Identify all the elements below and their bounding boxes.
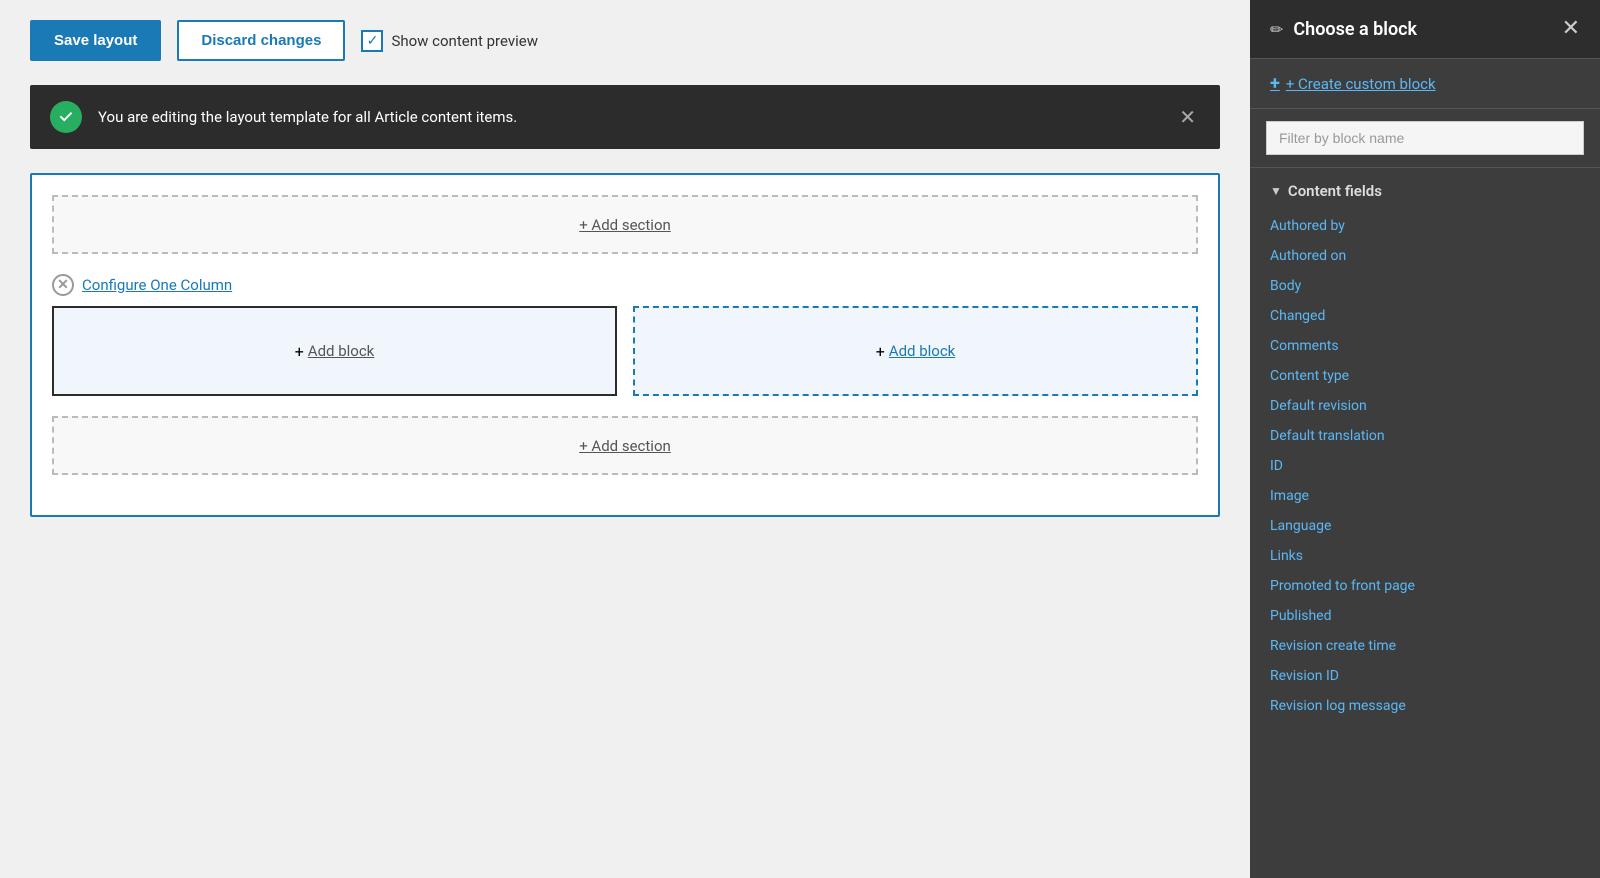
content-fields-section: ▼ Content fields Authored byAuthored onB…: [1250, 168, 1600, 728]
field-item[interactable]: Image: [1270, 482, 1580, 510]
field-item[interactable]: Default translation: [1270, 422, 1580, 450]
configure-one-column-link[interactable]: Configure One Column: [82, 276, 232, 294]
field-item[interactable]: Language: [1270, 512, 1580, 540]
add-section-bottom[interactable]: + Add section: [52, 416, 1198, 475]
create-custom-label: + Create custom block: [1286, 75, 1436, 93]
columns-row: + Add block + Add block: [52, 306, 1198, 396]
field-item[interactable]: Revision create time: [1270, 632, 1580, 660]
add-section-bottom-link[interactable]: + Add section: [579, 437, 671, 455]
field-item[interactable]: Authored on: [1270, 242, 1580, 270]
success-icon: [50, 101, 82, 133]
discard-changes-button[interactable]: Discard changes: [177, 20, 345, 61]
notification-close-button[interactable]: ✕: [1175, 103, 1200, 131]
toolbar: Save layout Discard changes ✓ Show conte…: [30, 20, 1220, 61]
field-item[interactable]: Authored by: [1270, 212, 1580, 240]
right-column-block[interactable]: + Add block: [633, 306, 1198, 396]
create-custom-section: + + Create custom block: [1250, 59, 1600, 109]
content-fields-title: Content fields: [1288, 182, 1382, 200]
show-preview-label: Show content preview: [391, 32, 538, 50]
field-item[interactable]: Body: [1270, 272, 1580, 300]
add-block-right-plus: +: [876, 342, 885, 361]
main-area: Save layout Discard changes ✓ Show conte…: [0, 0, 1250, 878]
create-custom-plus-icon: +: [1270, 73, 1280, 94]
checkbox-icon: ✓: [361, 30, 383, 52]
field-item[interactable]: Promoted to front page: [1270, 572, 1580, 600]
fields-list: Authored byAuthored onBodyChangedComment…: [1270, 212, 1580, 720]
field-item[interactable]: Revision log message: [1270, 692, 1580, 720]
filter-section: [1250, 109, 1600, 168]
field-item[interactable]: Revision ID: [1270, 662, 1580, 690]
add-block-right-link[interactable]: Add block: [889, 342, 956, 360]
add-block-left-plus: +: [295, 342, 304, 361]
add-section-top[interactable]: + Add section: [52, 195, 1198, 254]
add-block-left-link[interactable]: Add block: [308, 342, 375, 360]
notification-message: You are editing the layout template for …: [98, 108, 1175, 126]
sidebar-close-button[interactable]: ✕: [1562, 18, 1580, 40]
column-header: ✕ Configure One Column: [52, 274, 1198, 296]
field-item[interactable]: Changed: [1270, 302, 1580, 330]
field-item[interactable]: Content type: [1270, 362, 1580, 390]
sidebar-content: ▼ Content fields Authored byAuthored onB…: [1250, 168, 1600, 878]
sidebar-title: Choose a block: [1293, 19, 1417, 40]
field-item[interactable]: Links: [1270, 542, 1580, 570]
remove-section-button[interactable]: ✕: [52, 274, 74, 296]
pencil-icon: ✏: [1270, 20, 1283, 39]
column-section: ✕ Configure One Column + Add block + Add…: [52, 274, 1198, 396]
field-item[interactable]: Comments: [1270, 332, 1580, 360]
sidebar-header: ✏ Choose a block ✕: [1250, 0, 1600, 59]
filter-input[interactable]: [1266, 121, 1584, 155]
notification-banner: You are editing the layout template for …: [30, 85, 1220, 149]
left-column-block[interactable]: + Add block: [52, 306, 617, 396]
field-item[interactable]: ID: [1270, 452, 1580, 480]
show-preview-toggle[interactable]: ✓ Show content preview: [361, 30, 538, 52]
content-fields-header[interactable]: ▼ Content fields: [1270, 182, 1580, 200]
sidebar: ✏ Choose a block ✕ + + Create custom blo…: [1250, 0, 1600, 878]
field-item[interactable]: Published: [1270, 602, 1580, 630]
layout-editor: + Add section ✕ Configure One Column + A…: [30, 173, 1220, 517]
create-custom-block-link[interactable]: + + Create custom block: [1270, 73, 1580, 94]
triangle-icon: ▼: [1270, 184, 1282, 198]
add-section-top-link[interactable]: + Add section: [579, 216, 671, 234]
sidebar-title-row: ✏ Choose a block: [1270, 19, 1417, 40]
field-item[interactable]: Default revision: [1270, 392, 1580, 420]
save-layout-button[interactable]: Save layout: [30, 20, 161, 61]
